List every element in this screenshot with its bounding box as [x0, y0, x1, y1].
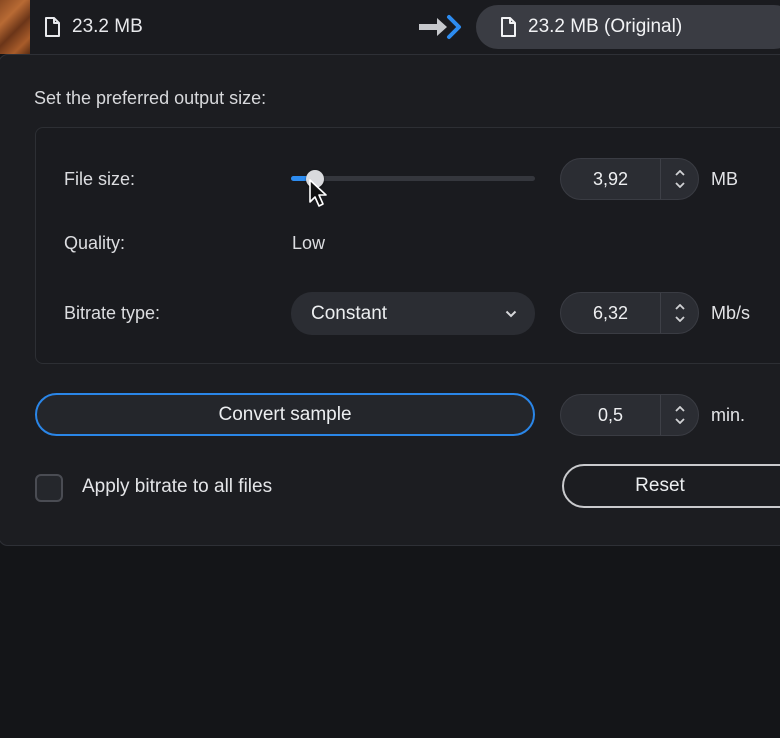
output-file-size: 23.2 MB (Original)	[528, 16, 683, 37]
apply-all-label[interactable]: Apply bitrate to all files	[82, 476, 272, 498]
quality-label: Quality:	[64, 233, 126, 253]
apply-all-checkbox[interactable]	[35, 474, 63, 502]
file-size-label: File size:	[64, 169, 136, 189]
source-file-info: 23.2 MB	[44, 14, 143, 40]
file-size-unit: MB	[711, 169, 738, 189]
bitrate-type-selected: Constant	[311, 302, 388, 324]
stepper-arrows[interactable]	[660, 293, 698, 333]
bitrate-stepper[interactable]: 6,32	[560, 292, 699, 334]
sample-length-unit: min.	[711, 405, 746, 425]
panel-title: Set the preferred output size:	[34, 88, 267, 108]
file-size-stepper[interactable]: 3,92	[560, 158, 699, 200]
chevron-up-icon[interactable]	[674, 406, 685, 412]
sample-length-value[interactable]: 0,5	[561, 405, 660, 426]
source-file-size: 23.2 MB	[72, 16, 143, 37]
quality-value: Low	[292, 233, 326, 253]
bitrate-value[interactable]: 6,32	[561, 303, 660, 324]
output-file-info[interactable]: 23.2 MB (Original)	[476, 5, 780, 49]
document-icon	[501, 17, 516, 37]
chevron-down-icon[interactable]	[674, 316, 685, 322]
stepper-arrows[interactable]	[660, 395, 698, 435]
stepper-arrows[interactable]	[660, 159, 698, 199]
top-bar: 23.2 MB 23.2 MB (Original)	[0, 0, 780, 54]
bitrate-unit: Mb/s	[711, 303, 751, 323]
sample-length-stepper[interactable]: 0,5	[560, 394, 699, 436]
bitrate-type-dropdown[interactable]: Constant	[291, 292, 535, 335]
chevron-up-icon[interactable]	[674, 170, 685, 176]
chevron-down-icon	[505, 310, 517, 317]
video-thumbnail[interactable]	[0, 0, 30, 54]
bitrate-type-label: Bitrate type:	[64, 303, 161, 323]
double-arrow-right-icon	[419, 15, 461, 39]
chevron-down-icon[interactable]	[674, 182, 685, 188]
convert-sample-button[interactable]: Convert sample	[35, 393, 535, 436]
chevron-up-icon[interactable]	[674, 304, 685, 310]
mouse-pointer-icon	[309, 179, 327, 207]
chevron-down-icon[interactable]	[674, 418, 685, 424]
document-icon	[45, 17, 60, 37]
reset-button[interactable]: Reset	[562, 464, 780, 508]
file-size-value[interactable]: 3,92	[561, 169, 660, 190]
